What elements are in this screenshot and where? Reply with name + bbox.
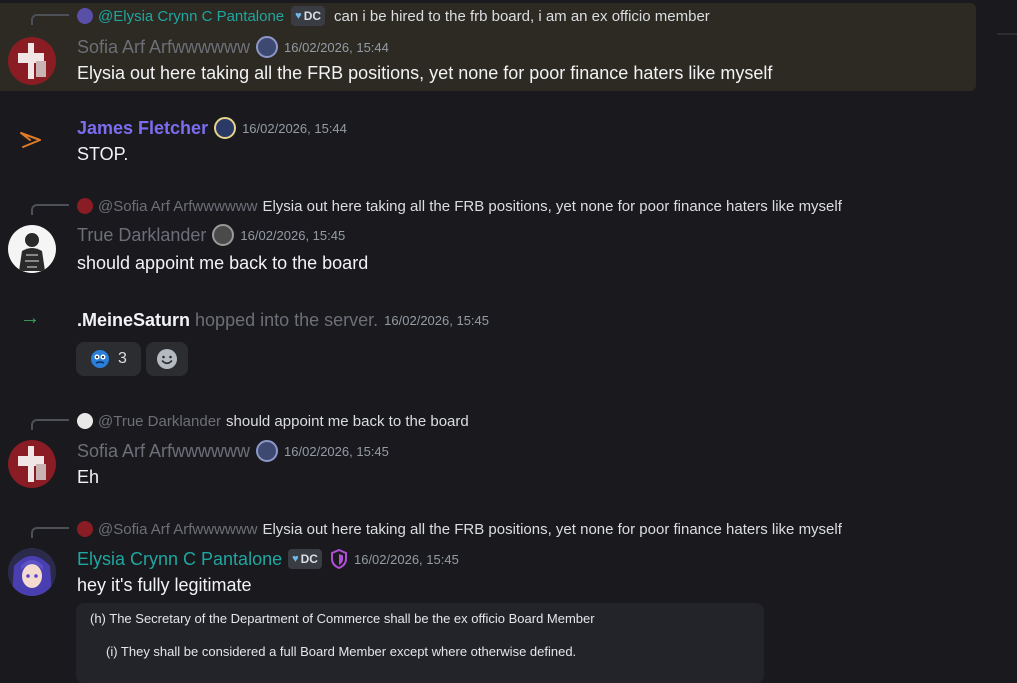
heart-icon: ♥ bbox=[292, 553, 299, 565]
reply-connector bbox=[31, 14, 69, 25]
message-sofia-1[interactable]: @Elysia Crynn C Pantalone ♥ DC can i be h… bbox=[0, 3, 976, 91]
reply-preview[interactable]: @Sofia Arf Arfwwwwww Elysia out here tak… bbox=[77, 519, 842, 539]
author-name[interactable]: Sofia Arf Arfwwwwww bbox=[77, 441, 250, 462]
author-name[interactable]: James Fletcher bbox=[77, 118, 208, 139]
timestamp[interactable]: 16/02/2026, 15:44 bbox=[242, 121, 347, 136]
message-header: Sofia Arf Arfwwwwww 16/02/2026, 15:45 bbox=[77, 440, 389, 462]
capitol-badge-icon[interactable] bbox=[212, 224, 235, 246]
reply-author[interactable]: @Sofia Arf Arfwwwwww bbox=[98, 521, 257, 538]
message-sofia-2[interactable]: @True Darklander should appoint me back … bbox=[0, 408, 990, 496]
message-header: James Fletcher 16/02/2026, 15:44 bbox=[77, 117, 347, 139]
message-james[interactable]: James Fletcher 16/02/2026, 15:44 STOP. bbox=[0, 110, 990, 170]
attachment-line-i: (i) They shall be considered a full Boar… bbox=[106, 644, 577, 659]
add-reaction-button[interactable] bbox=[146, 342, 188, 376]
reply-author[interactable]: @Sofia Arf Arfwwwwww bbox=[98, 198, 257, 215]
reply-preview[interactable]: @Sofia Arf Arfwwwwww Elysia out here tak… bbox=[77, 196, 842, 216]
message-header: Sofia Arf Arfwwwwww 16/02/2026, 15:44 bbox=[77, 36, 389, 58]
reply-avatar-darklander bbox=[77, 413, 93, 429]
blue-face-emoji-icon bbox=[91, 350, 110, 368]
author-name[interactable]: True Darklander bbox=[77, 225, 206, 246]
reply-preview[interactable]: @Elysia Crynn C Pantalone ♥ DC can i be h… bbox=[77, 6, 710, 26]
reply-preview[interactable]: @True Darklander should appoint me back … bbox=[77, 411, 469, 431]
shield-icon[interactable] bbox=[330, 549, 348, 569]
timestamp[interactable]: 16/02/2026, 15:45 bbox=[240, 228, 345, 243]
reply-text: can i be hired to the frb board, i am an… bbox=[334, 7, 710, 25]
author-name[interactable]: Sofia Arf Arfwwwwww bbox=[77, 37, 250, 58]
dc-tag[interactable]: ♥ DC bbox=[288, 549, 322, 569]
reply-text: should appoint me back to the board bbox=[226, 412, 469, 430]
reply-avatar-sofia bbox=[77, 198, 93, 214]
reaction-count: 3 bbox=[118, 350, 127, 367]
chat-messages: @Elysia Crynn C Pantalone ♥ DC can i be h… bbox=[0, 0, 990, 683]
avatar[interactable] bbox=[8, 37, 56, 85]
smiley-icon bbox=[157, 349, 177, 369]
reply-text: Elysia out here taking all the FRB posit… bbox=[262, 520, 842, 538]
avatar[interactable] bbox=[8, 440, 56, 488]
reply-connector bbox=[31, 419, 69, 430]
message-header: Elysia Crynn C Pantalone ♥ DC 16/02/2026,… bbox=[77, 548, 459, 570]
system-join-message[interactable]: → .MeineSaturn hopped into the server. 1… bbox=[0, 305, 990, 380]
join-text: hopped into the server. bbox=[195, 309, 379, 330]
badge-icon[interactable] bbox=[214, 117, 237, 139]
attachment-line-h: (h) The Secretary of the Department of C… bbox=[90, 611, 595, 626]
join-arrow-icon: → bbox=[20, 307, 40, 329]
reaction-pill[interactable]: 3 bbox=[76, 342, 141, 376]
message-true-darklander[interactable]: @Sofia Arf Arfwwwwww Elysia out here tak… bbox=[0, 193, 990, 283]
reply-text: Elysia out here taking all the FRB posit… bbox=[262, 197, 842, 215]
heart-icon: ♥ bbox=[295, 10, 302, 22]
join-user[interactable]: .MeineSaturn bbox=[77, 310, 190, 331]
message-text: STOP. bbox=[77, 144, 129, 164]
message-text: Eh bbox=[77, 467, 100, 487]
timestamp[interactable]: 16/02/2026, 15:45 bbox=[284, 444, 389, 459]
message-text: hey it's fully legitimate bbox=[77, 575, 252, 595]
reply-avatar-sofia bbox=[77, 521, 93, 537]
avatar[interactable] bbox=[8, 548, 56, 596]
message-text: should appoint me back to the board bbox=[77, 253, 369, 273]
capitol-badge-icon[interactable] bbox=[256, 440, 279, 462]
scrollbar[interactable] bbox=[995, 0, 1017, 672]
avatar[interactable] bbox=[8, 225, 56, 273]
timestamp[interactable]: 16/02/2026, 15:44 bbox=[284, 40, 389, 55]
message-text: Elysia out here taking all the FRB posit… bbox=[77, 63, 773, 83]
timestamp[interactable]: 16/02/2026, 15:45 bbox=[354, 552, 459, 567]
reply-author[interactable]: @Elysia Crynn C Pantalone bbox=[98, 8, 284, 25]
author-name[interactable]: Elysia Crynn C Pantalone bbox=[77, 549, 282, 570]
image-attachment[interactable]: (h) The Secretary of the Department of C… bbox=[76, 603, 764, 683]
reply-connector bbox=[31, 204, 69, 215]
reply-connector bbox=[31, 527, 69, 538]
reply-avatar-elysia bbox=[77, 8, 93, 24]
reply-author[interactable]: @True Darklander bbox=[98, 413, 221, 430]
reply-dc-tag: ♥ DC bbox=[291, 6, 326, 26]
scrollbar-divider bbox=[997, 33, 1017, 35]
message-header: True Darklander 16/02/2026, 15:45 bbox=[77, 224, 345, 246]
join-header: .MeineSaturn hopped into the server. 16/… bbox=[77, 309, 489, 331]
capitol-badge-icon[interactable] bbox=[256, 36, 279, 58]
bot-avatar-icon[interactable] bbox=[18, 130, 44, 155]
timestamp[interactable]: 16/02/2026, 15:45 bbox=[384, 313, 489, 328]
